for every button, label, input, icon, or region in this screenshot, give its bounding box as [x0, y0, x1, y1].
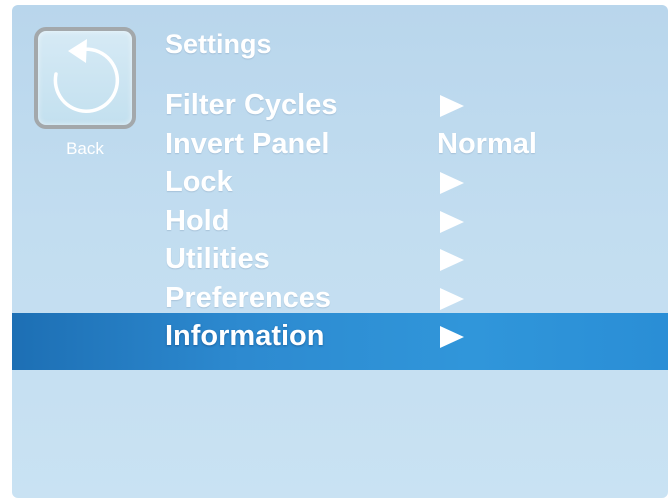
menu-item-filter-cycles[interactable]: Filter Cycles: [12, 86, 668, 125]
page-title: Settings: [165, 29, 272, 59]
menu-item-hold[interactable]: Hold: [12, 202, 668, 241]
menu-item-value: Normal: [437, 127, 537, 160]
arrow-right-icon: [440, 95, 464, 117]
arrow-right-icon: [440, 249, 464, 271]
menu-item-utilities[interactable]: Utilities: [12, 240, 668, 279]
settings-screen: Back Settings Filter Cycles Invert Panel…: [12, 5, 668, 498]
arrow-right-icon: [440, 172, 464, 194]
menu-item-label: Hold: [165, 204, 230, 237]
menu-item-preferences[interactable]: Preferences: [12, 279, 668, 318]
settings-menu: Filter Cycles Invert Panel Normal Lock H…: [12, 86, 668, 370]
menu-item-label: Invert Panel: [165, 127, 330, 160]
arrow-right-icon: [440, 210, 464, 233]
menu-item-lock[interactable]: Lock: [12, 163, 668, 202]
menu-item-label: Information: [165, 320, 325, 352]
menu-item-label: Filter Cycles: [165, 89, 338, 121]
menu-item-label: Lock: [165, 166, 233, 198]
arrow-right-icon: [440, 326, 464, 348]
menu-item-invert-panel[interactable]: Invert Panel Normal: [12, 125, 668, 164]
arrow-right-icon: [440, 287, 464, 310]
menu-item-label: Preferences: [165, 281, 332, 314]
menu-item-information[interactable]: Information: [12, 313, 668, 370]
menu-item-label: Utilities: [165, 243, 270, 275]
